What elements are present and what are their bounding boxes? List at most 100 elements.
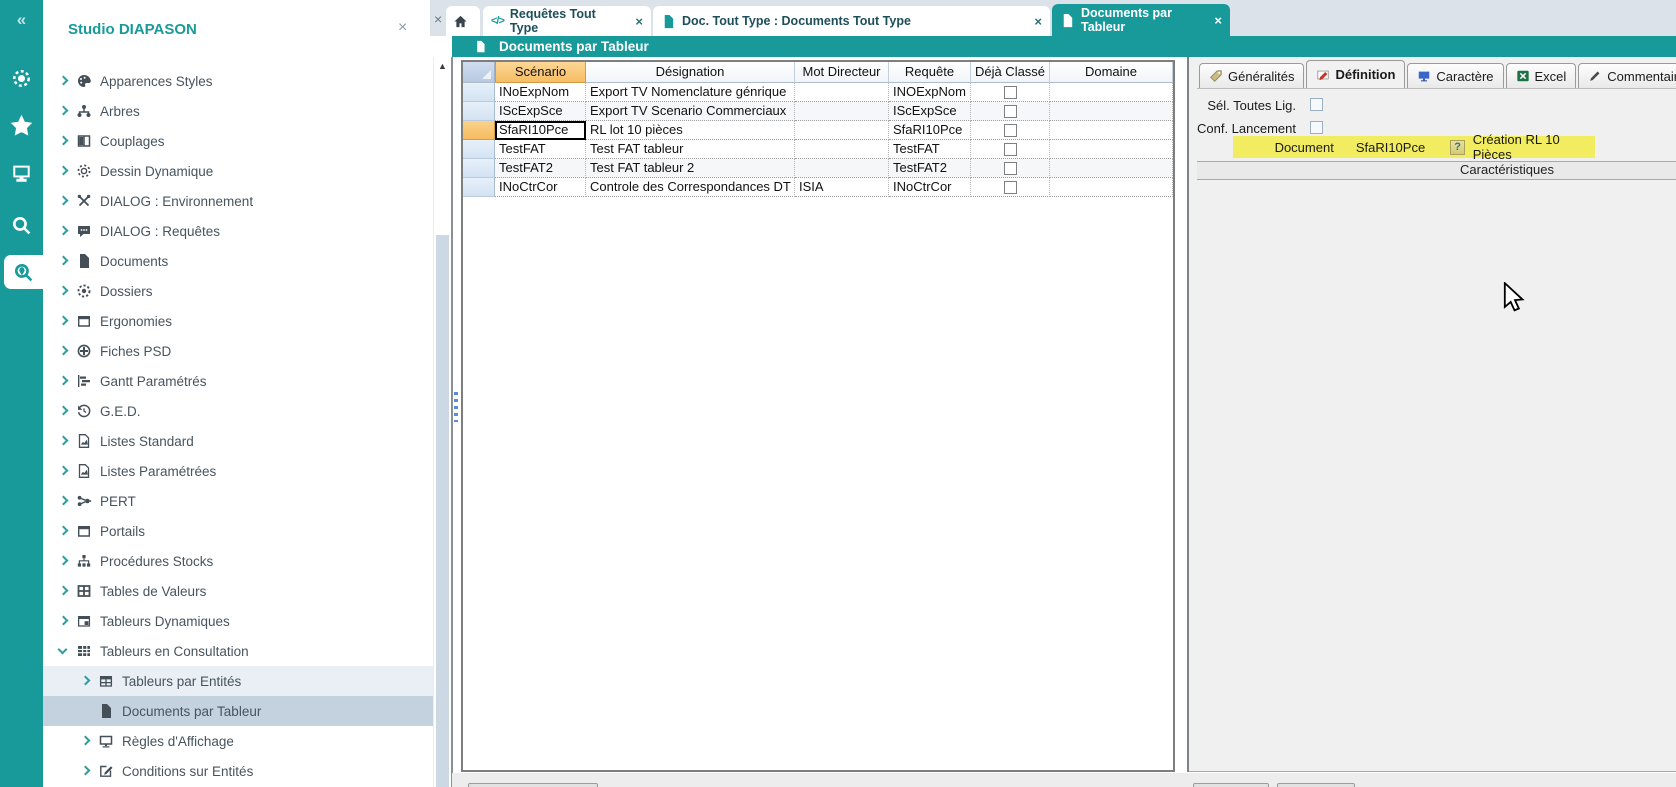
- close-tab-icon[interactable]: ×: [625, 14, 643, 29]
- deja-classe-checkbox[interactable]: [1004, 124, 1017, 137]
- tree-item-tableurs-en-consultation[interactable]: Tableurs en Consultation: [43, 636, 433, 666]
- cell-mot-directeur[interactable]: [795, 159, 889, 178]
- tab-doc-tout-type[interactable]: Doc. Tout Type : Documents Tout Type ×: [653, 6, 1050, 36]
- search-icon[interactable]: [0, 208, 43, 242]
- tree-item-fiches-psd[interactable]: Fiches PSD: [43, 336, 433, 366]
- column-header-scenario[interactable]: Scénario: [495, 62, 586, 83]
- tree-item-listes-parametrees[interactable]: Listes Paramétrées: [43, 456, 433, 486]
- tree-item-documents-par-tableur[interactable]: Documents par Tableur: [43, 696, 433, 726]
- tree-item-tableurs-par-entites[interactable]: Tableurs par Entités: [43, 666, 433, 696]
- cell-domaine[interactable]: [1050, 102, 1173, 121]
- tab-generalites[interactable]: Généralités: [1199, 63, 1304, 88]
- tree-item-documents[interactable]: Documents: [43, 246, 433, 276]
- tree-item-arbres[interactable]: Arbres: [43, 96, 433, 126]
- cell-scenario[interactable]: INoExpNom: [495, 83, 586, 102]
- help-button[interactable]: ?: [1450, 140, 1464, 155]
- column-header-mot-directeur[interactable]: Mot Directeur: [795, 62, 889, 83]
- panel-resize-handle[interactable]: [454, 392, 458, 422]
- tree-item-dossiers[interactable]: Dossiers: [43, 276, 433, 306]
- cell-mot-directeur[interactable]: [795, 121, 889, 140]
- conf-lancement-checkbox[interactable]: [1310, 121, 1323, 134]
- tree-item-gantt-parametres[interactable]: Gantt Paramétrés: [43, 366, 433, 396]
- tab-definition[interactable]: Définition: [1306, 60, 1405, 88]
- column-header-designation[interactable]: Désignation: [586, 62, 795, 83]
- tree-item-procedures-stocks[interactable]: Procédures Stocks: [43, 546, 433, 576]
- bottom-button[interactable]: [468, 783, 598, 787]
- cell-mot-directeur[interactable]: [795, 83, 889, 102]
- row-header[interactable]: [463, 102, 495, 121]
- tree-item-ergonomies[interactable]: Ergonomies: [43, 306, 433, 336]
- column-header-domaine[interactable]: Domaine: [1050, 62, 1173, 83]
- row-header[interactable]: [463, 178, 495, 197]
- tree-item-apparences-styles[interactable]: Apparences Styles: [43, 66, 433, 96]
- monitor-icon[interactable]: [0, 155, 43, 189]
- cell-designation[interactable]: Test FAT tableur 2: [586, 159, 795, 178]
- tree-item-regles-daffichage[interactable]: Règles d'Affichage: [43, 726, 433, 756]
- cell-domaine[interactable]: [1050, 83, 1173, 102]
- deja-classe-checkbox[interactable]: [1004, 105, 1017, 118]
- tree-item-dialog-requetes[interactable]: DIALOG : Requêtes: [43, 216, 433, 246]
- tab-requetes-tout-type[interactable]: </> Requêtes Tout Type ×: [483, 6, 651, 36]
- cell-designation[interactable]: Export TV Scenario Commerciaux: [586, 102, 795, 121]
- tree-item-dialog-environnement[interactable]: DIALOG : Environnement: [43, 186, 433, 216]
- cell-domaine[interactable]: [1050, 140, 1173, 159]
- cell-requete[interactable]: INOExpNom: [889, 83, 971, 102]
- tree-scrollbar[interactable]: ▲: [433, 57, 451, 787]
- cell-domaine[interactable]: [1050, 121, 1173, 140]
- cell-designation[interactable]: Export TV Nomenclature génrique: [586, 83, 795, 102]
- cell-designation[interactable]: Test FAT tableur: [586, 140, 795, 159]
- deja-classe-checkbox[interactable]: [1004, 181, 1017, 194]
- cell-designation[interactable]: Controle des Correspondances DT: [586, 178, 795, 197]
- cell-scenario[interactable]: TestFAT2: [495, 159, 586, 178]
- cell-requete[interactable]: TestFAT: [889, 140, 971, 159]
- cell-scenario[interactable]: INoCtrCor: [495, 178, 586, 197]
- cell-requete[interactable]: SfaRI10Pce: [889, 121, 971, 140]
- tab-commentaire[interactable]: Commentaire: [1578, 63, 1676, 88]
- row-header[interactable]: [463, 83, 495, 102]
- cell-scenario[interactable]: TestFAT: [495, 140, 586, 159]
- tree-item-listes-standard[interactable]: Listes Standard: [43, 426, 433, 456]
- deja-classe-checkbox[interactable]: [1004, 86, 1017, 99]
- tree-item-dessin-dynamique[interactable]: Dessin Dynamique: [43, 156, 433, 186]
- cell-requete[interactable]: TestFAT2: [889, 159, 971, 178]
- bottom-button[interactable]: [1277, 783, 1355, 787]
- tree-item-couplages[interactable]: Couplages: [43, 126, 433, 156]
- tree-item-conditions-sur-entites[interactable]: Conditions sur Entités: [43, 756, 433, 786]
- close-tab-icon[interactable]: ×: [1204, 13, 1222, 28]
- search-location-icon[interactable]: [4, 255, 43, 289]
- home-tab[interactable]: [446, 6, 480, 36]
- tree-item-tableurs-dynamiques[interactable]: Tableurs Dynamiques: [43, 606, 433, 636]
- cell-domaine[interactable]: [1050, 178, 1173, 197]
- close-tree-panel-button[interactable]: ×: [398, 19, 407, 37]
- tab-documents-par-tableur[interactable]: Documents par Tableur ×: [1052, 4, 1230, 36]
- cell-mot-directeur[interactable]: [795, 140, 889, 159]
- cell-requete[interactable]: INoCtrCor: [889, 178, 971, 197]
- column-header-requete[interactable]: Requête: [889, 62, 971, 83]
- scroll-up-arrow[interactable]: ▲: [434, 61, 451, 71]
- wheel-icon[interactable]: [0, 61, 43, 95]
- cell-scenario[interactable]: IScExpSce: [495, 102, 586, 121]
- row-header[interactable]: [463, 140, 495, 159]
- tree-item-portails[interactable]: Portails: [43, 516, 433, 546]
- cell-mot-directeur[interactable]: [795, 102, 889, 121]
- tree-item-ged[interactable]: G.E.D.: [43, 396, 433, 426]
- cell-scenario-selected[interactable]: SfaRI10Pce: [495, 121, 586, 140]
- cell-requete[interactable]: IScExpSce: [889, 102, 971, 121]
- sel-toutes-lig-checkbox[interactable]: [1310, 98, 1323, 111]
- bottom-button[interactable]: [1193, 783, 1269, 787]
- star-icon[interactable]: [0, 108, 43, 142]
- tree-item-tables-de-valeurs[interactable]: Tables de Valeurs: [43, 576, 433, 606]
- tab-caractere[interactable]: Caractère: [1407, 63, 1503, 88]
- close-tab-icon[interactable]: ×: [1024, 14, 1042, 29]
- column-header-deja-classe[interactable]: Déjà Classé: [971, 62, 1050, 83]
- tree-item-pert[interactable]: PERT: [43, 486, 433, 516]
- cell-mot-directeur[interactable]: ISIA: [795, 178, 889, 197]
- cell-designation[interactable]: RL lot 10 pièces: [586, 121, 795, 140]
- tab-excel[interactable]: Excel: [1506, 63, 1577, 88]
- collapse-sidebar-button[interactable]: «: [0, 10, 43, 30]
- row-header[interactable]: [463, 159, 495, 178]
- row-header[interactable]: [463, 121, 495, 140]
- scrollbar-thumb[interactable]: [436, 235, 449, 787]
- deja-classe-checkbox[interactable]: [1004, 143, 1017, 156]
- cell-domaine[interactable]: [1050, 159, 1173, 178]
